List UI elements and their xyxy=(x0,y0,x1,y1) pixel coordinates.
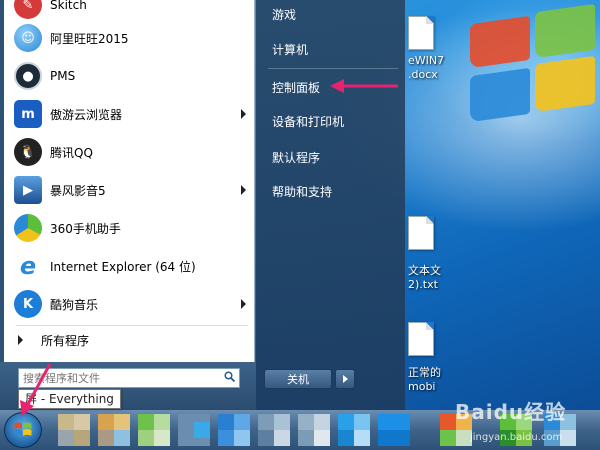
file-3-name-line1: 正常的 xyxy=(408,366,441,379)
start-menu: ✎ Skitch ☺ 阿里旺旺2015 ● PMS m 傲游云浏览器 🐧 腾讯Q… xyxy=(0,0,405,410)
all-programs-button[interactable]: 所有程序 xyxy=(10,323,254,357)
right-divider xyxy=(268,68,398,69)
taskbar-app-3-icon[interactable] xyxy=(138,414,170,446)
taskbar-app-9-icon[interactable] xyxy=(378,414,410,446)
maxthon-icon: m xyxy=(14,100,42,128)
shutdown-label: 关机 xyxy=(287,373,309,386)
watermark-url-text: jingyan.baidu.com xyxy=(470,432,563,443)
right-item-help-support[interactable]: 帮助和支持 xyxy=(272,183,332,200)
file-1-name-line2: .docx xyxy=(408,68,438,81)
program-label: PMS xyxy=(50,69,76,83)
program-qq[interactable]: 🐧 腾讯QQ xyxy=(10,135,254,169)
annotation-arrow-start-icon xyxy=(20,363,52,416)
text-file-icon[interactable] xyxy=(408,216,434,250)
aliwangwang-icon: ☺ xyxy=(14,24,42,52)
baidu-watermark: Baidu经验 xyxy=(455,396,566,425)
taskbar-app-2-icon[interactable] xyxy=(98,414,130,446)
program-360-assistant[interactable]: 360手机助手 xyxy=(10,211,254,245)
taskbar-app-6-icon[interactable] xyxy=(258,414,290,446)
right-item-games[interactable]: 游戏 xyxy=(272,6,296,23)
watermark-text: Baidu经验 xyxy=(455,400,567,424)
desktop-file-1-label[interactable]: eWIN7 .docx xyxy=(408,54,444,82)
shutdown-button[interactable]: 关机 xyxy=(264,369,332,389)
program-kugou[interactable]: K 酷狗音乐 xyxy=(10,287,254,321)
right-item-computer[interactable]: 计算机 xyxy=(272,41,308,58)
baofeng-icon: ▶ xyxy=(14,176,42,204)
program-internet-explorer[interactable]: e Internet Explorer (64 位) xyxy=(10,249,254,283)
program-baofeng[interactable]: ▶ 暴风影音5 xyxy=(10,173,254,207)
program-skitch[interactable]: ✎ Skitch xyxy=(10,0,254,22)
right-item-default-programs[interactable]: 默认程序 xyxy=(272,149,320,166)
360-assistant-icon xyxy=(14,214,42,242)
taskbar-app-1-icon[interactable] xyxy=(58,414,90,446)
ie-icon: e xyxy=(19,252,37,280)
start-menu-right-pane: 游戏 计算机 控制面板 设备和打印机 默认程序 帮助和支持 xyxy=(256,0,405,410)
kugou-icon: K xyxy=(14,290,42,318)
mobi-file-icon[interactable] xyxy=(408,322,434,356)
program-label: 腾讯QQ xyxy=(50,145,93,160)
all-programs-label: 所有程序 xyxy=(41,333,90,348)
taskbar-app-5-icon[interactable] xyxy=(218,414,250,446)
baidu-watermark-url: jingyan.baidu.com xyxy=(470,432,562,443)
submenu-arrow-icon xyxy=(241,299,246,309)
submenu-arrow-icon xyxy=(241,185,246,195)
program-label: 阿里旺旺2015 xyxy=(50,31,129,46)
right-item-devices-printers[interactable]: 设备和打印机 xyxy=(272,113,344,130)
program-label: Internet Explorer (64 位) xyxy=(50,259,196,274)
file-1-name-line1: eWIN7 xyxy=(408,54,445,67)
qq-icon: 🐧 xyxy=(14,138,42,166)
file-2-name-line2: 2).txt xyxy=(408,278,438,291)
right-item-control-panel[interactable]: 控制面板 xyxy=(272,79,320,96)
program-label: 傲游云浏览器 xyxy=(50,107,123,122)
word-file-icon[interactable] xyxy=(408,16,434,50)
program-label: 360手机助手 xyxy=(50,221,121,236)
program-aliwangwang[interactable]: ☺ 阿里旺旺2015 xyxy=(10,21,254,55)
all-programs-arrow-icon xyxy=(18,335,23,345)
file-3-name-line2: mobi xyxy=(408,380,436,393)
skitch-icon: ✎ xyxy=(14,0,42,19)
flag-red-icon xyxy=(470,15,530,69)
shutdown-options-button[interactable] xyxy=(335,369,355,389)
file-2-name-line1: 文本文 xyxy=(408,264,441,277)
program-label: Skitch xyxy=(50,0,87,12)
flag-green-icon xyxy=(535,3,595,59)
pms-icon: ● xyxy=(14,62,42,90)
flag-yellow-icon xyxy=(535,55,595,113)
program-label: 酷狗音乐 xyxy=(50,297,99,312)
taskbar-app-4-icon[interactable] xyxy=(178,414,210,446)
program-label: 暴风影音5 xyxy=(50,183,106,198)
taskbar-app-8-icon[interactable] xyxy=(338,414,370,446)
program-pms[interactable]: ● PMS xyxy=(10,59,254,93)
flag-blue-icon xyxy=(470,67,530,123)
taskbar-app-7-icon[interactable] xyxy=(298,414,330,446)
program-list: ✎ Skitch ☺ 阿里旺旺2015 ● PMS m 傲游云浏览器 🐧 腾讯Q… xyxy=(4,0,255,362)
desktop-file-2-label[interactable]: 文本文 2).txt xyxy=(408,264,441,292)
search-icon[interactable] xyxy=(224,371,235,382)
program-maxthon[interactable]: m 傲游云浏览器 xyxy=(10,97,254,131)
submenu-arrow-icon xyxy=(241,109,246,119)
desktop-file-3-label[interactable]: 正常的 mobi xyxy=(408,366,441,394)
annotation-arrow-icon xyxy=(330,79,398,93)
